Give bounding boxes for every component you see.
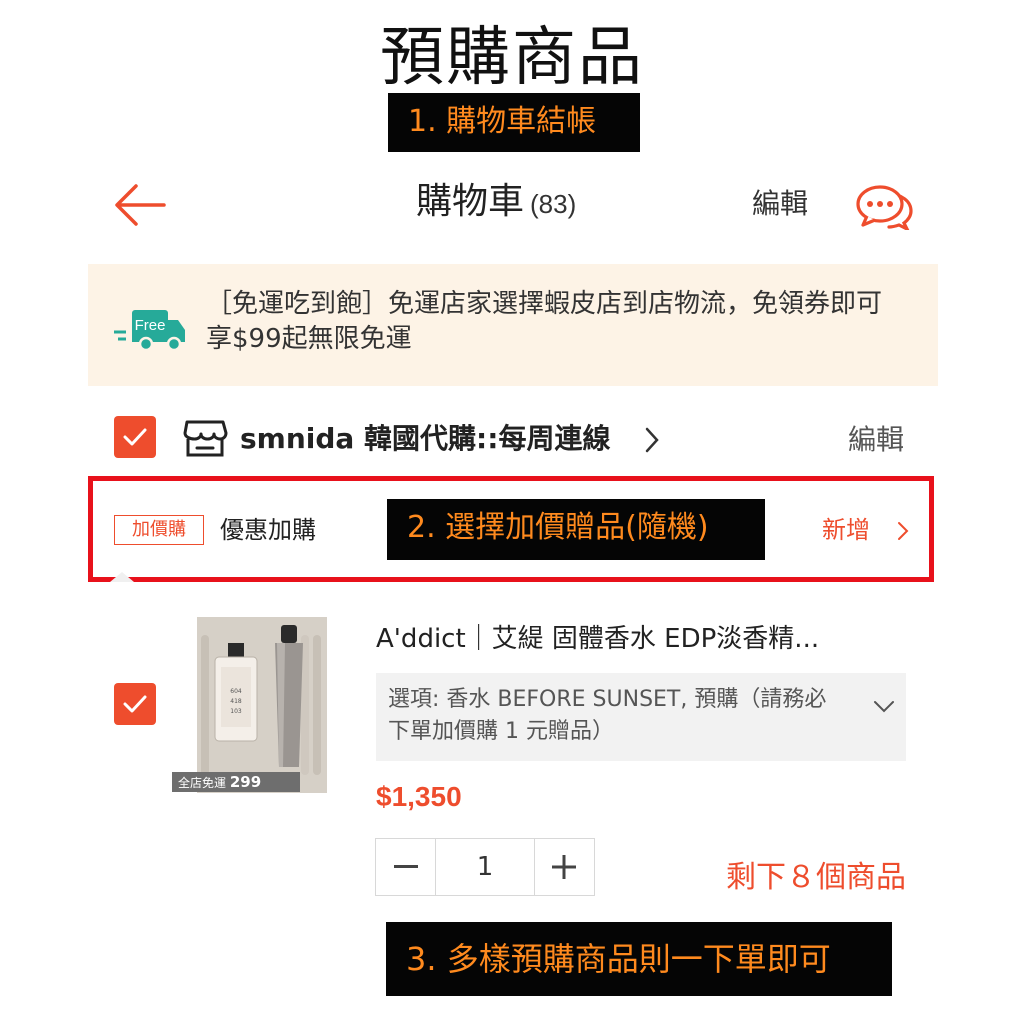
step-3-caption: 3. 多樣預購商品則一下單即可 [386, 922, 892, 996]
product-checkbox[interactable] [114, 683, 156, 725]
product-photo: 604 418 103 [197, 617, 327, 793]
step-1-caption: 1. 購物車結帳 [388, 93, 640, 152]
free-shipping-text: ［免運吃到飽］免運店家選擇蝦皮店到店物流，免領券即可享$99起無限免運 [206, 289, 883, 354]
step-2-caption: 2. 選擇加價贈品(隨機) [387, 499, 765, 560]
stock-remaining: 剩下８個商品 [726, 860, 906, 895]
product-name[interactable]: A'ddict｜艾緹 固體香水 EDP淡香精... [376, 620, 819, 658]
minus-icon [393, 865, 418, 868]
free-shipping-badge: 全店免運 299 [172, 772, 300, 792]
addon-label: 優惠加購 [220, 516, 316, 544]
shop-name[interactable]: smnida 韓國代購::每周連線 [240, 418, 610, 460]
chevron-right-icon[interactable] [642, 425, 662, 455]
free-icon-text: Free [135, 317, 166, 334]
cart-count: (83) [530, 189, 577, 219]
quantity-stepper: 1 [375, 838, 595, 896]
badge-prefix: 全店免運 [178, 776, 227, 790]
quantity-value[interactable]: 1 [435, 839, 535, 895]
chat-bubbles-icon[interactable] [855, 182, 913, 230]
addon-add-button[interactable]: 新增 [822, 512, 870, 548]
cart-title-text: 購物車 [416, 181, 525, 222]
svg-text:103: 103 [230, 708, 242, 715]
product-price: $1,350 [376, 781, 462, 812]
svg-text:604: 604 [230, 688, 242, 695]
addon-pointer [110, 572, 134, 582]
addon-tag: 加價購 [114, 515, 204, 545]
checkmark-icon [123, 428, 147, 446]
chevron-down-icon[interactable] [872, 698, 896, 714]
shop-checkbox[interactable] [114, 416, 156, 458]
chevron-right-icon[interactable] [896, 520, 910, 542]
svg-text:418: 418 [230, 698, 242, 705]
shop-edit-button[interactable]: 編輯 [848, 420, 904, 460]
page-headline: 預購商品 [380, 21, 644, 95]
decrease-button[interactable] [376, 839, 435, 895]
increase-button[interactable] [535, 839, 594, 895]
header-edit-button[interactable]: 編輯 [752, 184, 808, 224]
plus-icon [552, 855, 577, 879]
page-title: 購物車 (83) [416, 178, 576, 228]
variant-text: 選項: 香水 BEFORE SUNSET, 預購（請務必下單加價購 1 元贈品） [388, 687, 827, 744]
free-shipping-truck-icon: Free [114, 310, 185, 352]
arrow-left-icon[interactable] [112, 180, 168, 230]
product-thumbnail[interactable]: 604 418 103 [197, 617, 327, 793]
badge-value: 299 [229, 773, 262, 791]
shop-icon [183, 420, 228, 457]
checkmark-icon [123, 695, 147, 713]
